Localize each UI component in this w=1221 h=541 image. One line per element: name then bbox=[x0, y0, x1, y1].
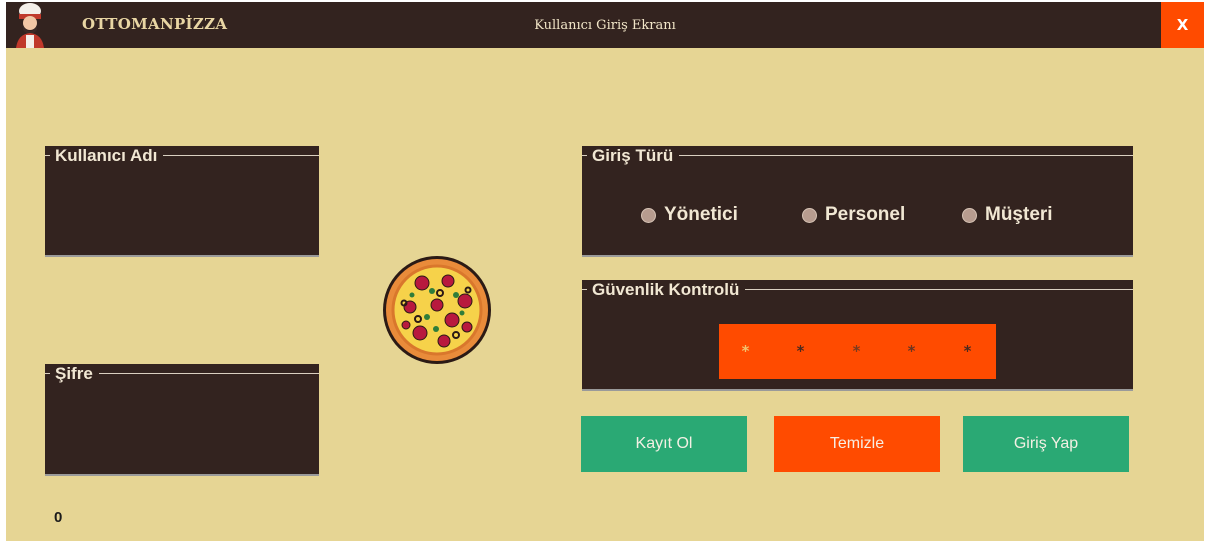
username-group: Kullanıcı Adı bbox=[45, 146, 319, 257]
captcha-char: * bbox=[907, 342, 917, 360]
captcha-char: * bbox=[796, 342, 806, 360]
username-label: Kullanıcı Adı bbox=[50, 146, 164, 166]
title-bar[interactable]: OTTOMANPİZZA Kullanıcı Giriş Ekranı X bbox=[6, 2, 1204, 48]
password-label: Şifre bbox=[50, 364, 99, 384]
radio-label: Yönetici bbox=[664, 204, 738, 225]
login-button[interactable]: Giriş Yap bbox=[963, 416, 1129, 472]
radio-dot-icon[interactable] bbox=[802, 207, 817, 223]
window-title: Kullanıcı Giriş Ekranı bbox=[534, 18, 676, 33]
security-group: Güvenlik Kontrolü * * * * * bbox=[582, 280, 1133, 391]
close-button[interactable]: X bbox=[1161, 2, 1204, 48]
radio-dot-icon[interactable] bbox=[962, 207, 977, 223]
captcha-char: * bbox=[852, 342, 862, 360]
radio-label: Müşteri bbox=[985, 204, 1053, 225]
clear-button[interactable]: Temizle bbox=[774, 416, 940, 472]
captcha-char: * bbox=[741, 342, 751, 360]
pizza-icon bbox=[383, 256, 491, 364]
password-input[interactable] bbox=[53, 394, 311, 428]
radio-musteri[interactable]: Müşteri bbox=[962, 204, 1053, 226]
security-label: Güvenlik Kontrolü bbox=[587, 280, 746, 300]
radio-label: Personel bbox=[825, 204, 906, 225]
radio-personel[interactable]: Personel bbox=[802, 204, 905, 226]
radio-yonetici[interactable]: Yönetici bbox=[641, 204, 738, 226]
login-type-options: Yönetici Personel Müşteri bbox=[582, 204, 1133, 232]
register-button[interactable]: Kayıt Ol bbox=[581, 416, 747, 472]
captcha-char: * bbox=[963, 342, 973, 360]
login-type-group: Giriş Türü Yönetici Personel Müşteri bbox=[582, 146, 1133, 257]
status-counter: 0 bbox=[54, 509, 63, 526]
username-input[interactable] bbox=[53, 176, 311, 210]
password-group: Şifre bbox=[45, 364, 319, 476]
captcha-box[interactable]: * * * * * bbox=[719, 324, 996, 379]
radio-dot-icon[interactable] bbox=[641, 207, 656, 223]
login-window: OTTOMANPİZZA Kullanıcı Giriş Ekranı X Ku… bbox=[6, 2, 1204, 541]
login-type-label: Giriş Türü bbox=[587, 146, 680, 166]
